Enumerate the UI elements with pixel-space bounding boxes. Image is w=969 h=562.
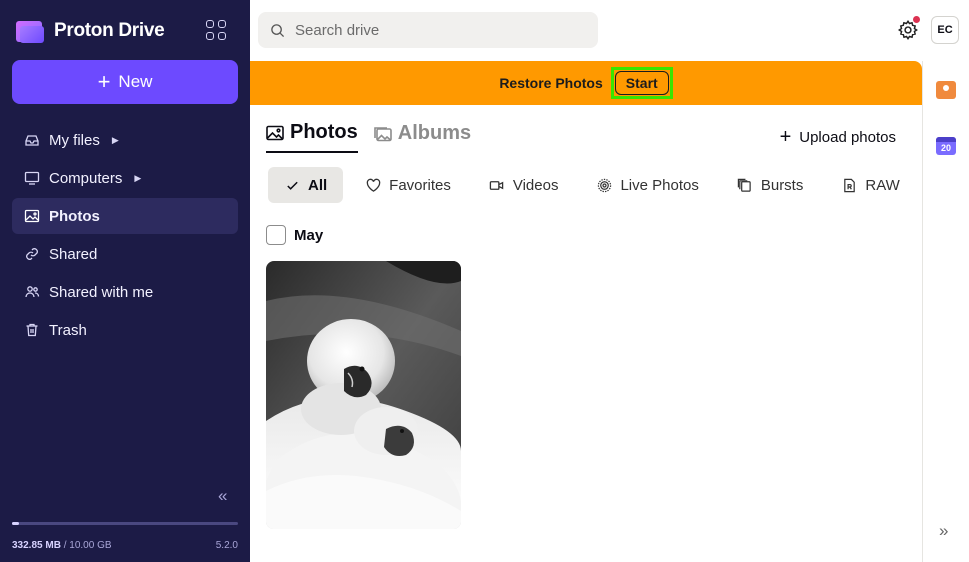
upload-photos-label: Upload photos bbox=[799, 128, 896, 146]
storage-progress-bar bbox=[12, 522, 238, 525]
sidebar-item-photos[interactable]: Photos bbox=[12, 198, 238, 234]
storage-used: 332.85 MB bbox=[12, 540, 61, 551]
sidebar-nav: My files ▶ Computers ▶ Photos Shared Sha… bbox=[12, 122, 238, 350]
search-input[interactable] bbox=[295, 21, 575, 39]
calendar-day: 20 bbox=[940, 143, 951, 153]
filter-favorites[interactable]: Favorites bbox=[349, 167, 467, 203]
filter-label: Favorites bbox=[389, 176, 451, 194]
new-button[interactable]: + New bbox=[12, 60, 238, 104]
users-icon bbox=[24, 284, 40, 300]
tab-photos[interactable]: Photos bbox=[266, 121, 358, 153]
filter-label: Live Photos bbox=[620, 176, 699, 194]
monitor-icon bbox=[24, 170, 40, 186]
proton-drive-logo-icon bbox=[16, 19, 44, 43]
start-button[interactable]: Start bbox=[614, 71, 669, 95]
tab-label: Albums bbox=[397, 122, 472, 144]
logo[interactable]: Proton Drive bbox=[16, 17, 234, 45]
storage-total: 10.00 GB bbox=[69, 540, 112, 551]
inbox-icon bbox=[24, 132, 40, 148]
swan-cygnets-image bbox=[266, 261, 461, 529]
image-icon bbox=[24, 208, 40, 224]
tab-label: Photos bbox=[290, 121, 358, 143]
storage-usage: 332.85 MB / 10.00 GB bbox=[12, 540, 112, 551]
storage-separator: / bbox=[60, 540, 70, 551]
plus-icon: + bbox=[779, 126, 792, 148]
month-section-header: May bbox=[266, 225, 323, 245]
sidebar-item-my-files[interactable]: My files ▶ bbox=[12, 122, 238, 158]
video-icon bbox=[489, 177, 505, 193]
user-avatar[interactable]: EC bbox=[931, 16, 959, 44]
filter-bursts[interactable]: Bursts bbox=[721, 167, 820, 203]
storage-progress-fill bbox=[12, 522, 20, 525]
caret-right-icon[interactable]: ▶ bbox=[134, 173, 141, 184]
filter-label: RAW bbox=[865, 176, 900, 194]
live-photo-icon bbox=[596, 177, 612, 193]
sidebar-item-label: Shared bbox=[49, 245, 98, 263]
start-button-highlight: Start bbox=[610, 67, 673, 99]
sidebar-item-shared-with-me[interactable]: Shared with me bbox=[12, 274, 238, 310]
month-label: May bbox=[294, 226, 324, 244]
collapse-sidebar-icon[interactable]: « bbox=[218, 487, 234, 504]
plus-icon: + bbox=[97, 69, 111, 94]
settings-button[interactable] bbox=[897, 16, 920, 41]
sidebar-item-label: Shared with me bbox=[49, 283, 154, 301]
link-icon bbox=[24, 246, 40, 262]
app-window: Proton Drive + New My files ▶ Computers bbox=[0, 0, 969, 562]
sidebar-item-label: Trash bbox=[49, 321, 87, 339]
filter-raw[interactable]: RAW bbox=[825, 167, 915, 203]
expand-rail-icon[interactable]: » bbox=[939, 521, 948, 541]
filter-label: Bursts bbox=[760, 176, 804, 194]
filter-videos[interactable]: Videos bbox=[473, 167, 575, 203]
filter-label: Videos bbox=[512, 176, 559, 194]
logo-text: Proton Drive bbox=[54, 20, 165, 41]
banner-text: Restore Photos bbox=[499, 75, 603, 91]
app-version: 5.2.0 bbox=[215, 540, 238, 551]
apps-grid-icon[interactable] bbox=[206, 20, 226, 40]
caret-right-icon[interactable]: ▶ bbox=[112, 135, 119, 146]
filter-live-photos[interactable]: Live Photos bbox=[580, 167, 714, 203]
sidebar-item-label: Computers bbox=[49, 169, 123, 187]
photo-filters: All Favorites Videos Live Photos Bursts … bbox=[268, 167, 922, 203]
heart-icon bbox=[365, 177, 381, 193]
sidebar-item-shared[interactable]: Shared bbox=[12, 236, 238, 272]
sidebar-item-trash[interactable]: Trash bbox=[12, 312, 238, 348]
select-month-checkbox[interactable] bbox=[266, 225, 286, 245]
check-icon bbox=[284, 177, 300, 193]
image-icon bbox=[266, 125, 284, 140]
upload-photos-button[interactable]: + Upload photos bbox=[780, 127, 896, 147]
main-content: Photos Albums + Upload photos All Favori… bbox=[250, 105, 922, 562]
raw-icon bbox=[841, 177, 857, 193]
filter-label: All bbox=[308, 176, 328, 194]
filter-all[interactable]: All bbox=[268, 167, 344, 203]
restore-photos-banner: Restore Photos Start bbox=[250, 61, 922, 105]
photo-thumbnail[interactable] bbox=[266, 261, 461, 529]
bursts-icon bbox=[737, 177, 753, 193]
calendar-app-icon[interactable]: 20 bbox=[936, 137, 956, 155]
sidebar-item-computers[interactable]: Computers ▶ bbox=[12, 160, 238, 196]
tab-albums[interactable]: Albums bbox=[373, 121, 472, 153]
sidebar-item-label: My files bbox=[49, 131, 100, 149]
contacts-app-icon[interactable] bbox=[936, 81, 956, 99]
search-bar[interactable] bbox=[258, 12, 598, 48]
sidebar-item-label: Photos bbox=[49, 207, 100, 225]
apps-rail: 20 » bbox=[922, 61, 969, 562]
new-button-label: New bbox=[118, 72, 153, 91]
search-icon bbox=[271, 23, 285, 37]
trash-icon bbox=[24, 322, 40, 338]
sidebar: Proton Drive + New My files ▶ Computers bbox=[0, 0, 250, 562]
album-icon bbox=[373, 126, 392, 141]
photo-tabs: Photos Albums bbox=[266, 121, 487, 153]
notification-dot bbox=[913, 16, 920, 23]
